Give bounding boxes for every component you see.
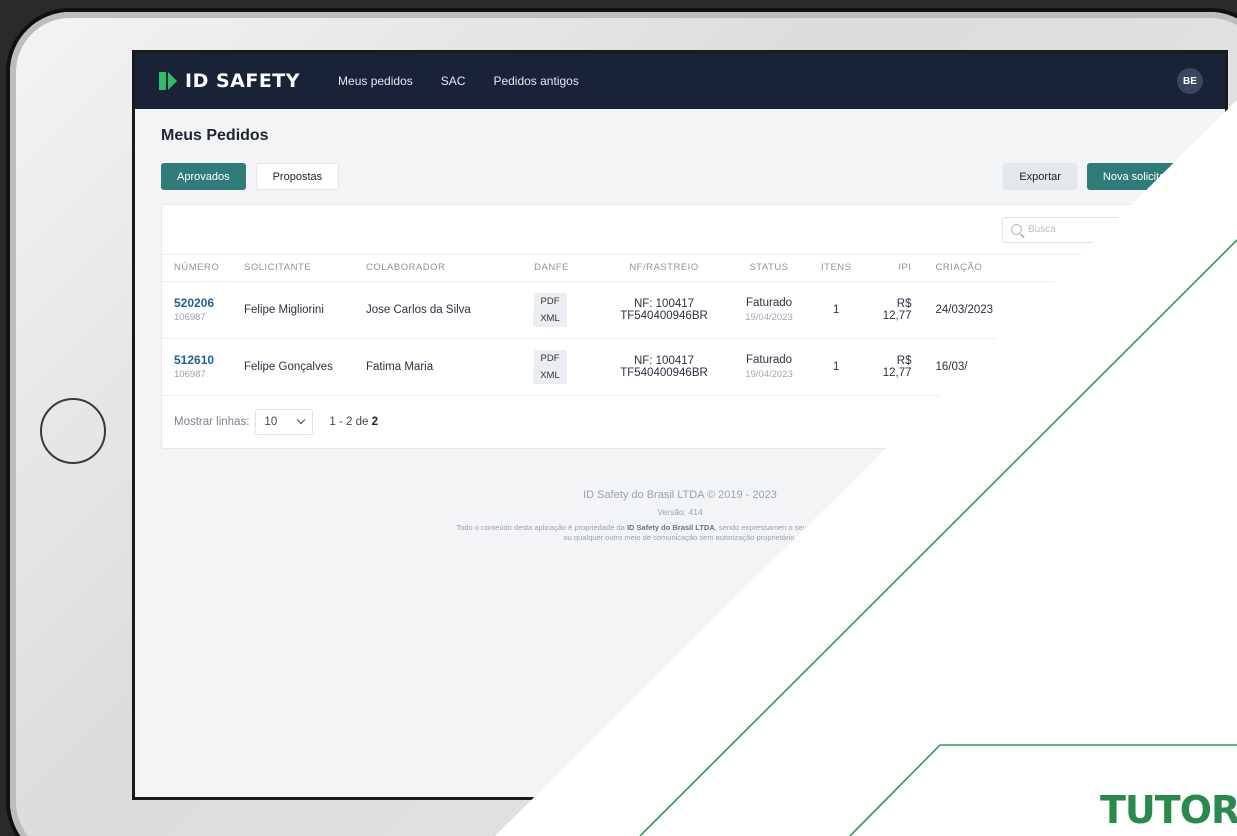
- nf-number: NF: 100417: [633, 354, 695, 367]
- col-itens[interactable]: ITENS: [809, 255, 864, 282]
- cell-nf-rastreio: NF: 100417 TF540400946BR: [599, 338, 729, 396]
- footer-copyright: ID Safety do Brasil LTDA © 2019 - 2023: [583, 488, 777, 501]
- col-nf-rastreio[interactable]: NF/RASTREIO: [599, 255, 729, 282]
- col-solicitante[interactable]: SOLICITANTE: [232, 255, 354, 282]
- app-screen: ID SAFETY Meus pedidos SAC Pedidos antig…: [132, 50, 1228, 800]
- orders-table: NÚMERO SOLICITANTE COLABORADOR DANFE NF/…: [162, 255, 1198, 396]
- brand-logo[interactable]: ID SAFETY: [157, 70, 300, 92]
- range-start: 1 - 2: [329, 415, 353, 428]
- new-request-button[interactable]: Nova solicitação: [1086, 163, 1199, 190]
- tracking-code: TF540400946BR: [620, 366, 708, 379]
- pdf-download-button[interactable]: PDF: [533, 292, 567, 310]
- cell-solicitante: Felipe Migliorini: [232, 281, 354, 339]
- tracking-code: TF540400946BR: [620, 309, 708, 322]
- col-ipi[interactable]: IPI: [863, 255, 924, 282]
- cell-nf-rastreio: NF: 100417 TF540400946BR: [599, 281, 729, 339]
- col-danfe[interactable]: DANFE: [504, 255, 599, 282]
- legal-pre: Todo o conteúdo desta aplicação é propri…: [456, 522, 625, 532]
- xml-download-button[interactable]: XML: [533, 309, 567, 327]
- cell-ipi: R$ 12,77: [863, 338, 924, 396]
- tab-aprovados[interactable]: Aprovados: [161, 163, 246, 190]
- cell-ipi: R$ 12,77: [863, 281, 924, 339]
- footer-legal: Todo o conteúdo desta aplicação é propri…: [455, 523, 905, 545]
- nav-link-meus-pedidos[interactable]: Meus pedidos: [338, 74, 413, 88]
- rows-per-page-value: 10: [264, 415, 278, 428]
- status-text: Faturado: [745, 296, 793, 309]
- card-header: Busca: [162, 205, 1198, 255]
- cell-danfe: PDFXML: [504, 281, 599, 339]
- watermark-text: TUTOR: [1100, 788, 1237, 832]
- order-sub-number: 106987: [174, 312, 206, 323]
- cell-status: Faturado 19/04/2023: [729, 338, 809, 396]
- pagination: Mostrar linhas: 10 1 - 2 de 2: [162, 396, 1198, 448]
- rows-per-page-select[interactable]: 10: [255, 408, 314, 435]
- page-title: Meus Pedidos: [161, 127, 269, 144]
- cell-solicitante: Felipe Gonçalves: [232, 338, 354, 396]
- cell-status: Faturado 19/04/2023: [729, 281, 809, 339]
- cell-itens: 1: [809, 338, 864, 396]
- cell-colaborador: Fatima Maria: [354, 338, 504, 396]
- cell-danfe: PDFXML: [504, 338, 599, 396]
- cell-criacao: 24/03/2023: [923, 281, 1198, 339]
- page-range: 1 - 2 de 2: [329, 416, 378, 428]
- search-input[interactable]: Busca: [1002, 216, 1186, 243]
- toolbar: Aprovados Propostas Exportar Nova solici…: [161, 163, 1199, 190]
- search-icon: [1011, 224, 1022, 235]
- status-date: 19/04/2023: [745, 368, 793, 380]
- nf-number: NF: 100417: [633, 297, 695, 310]
- main-content: Meus Pedidos Aprovados Propostas Exporta…: [135, 109, 1225, 562]
- nav-link-sac[interactable]: SAC: [441, 74, 466, 88]
- col-colaborador[interactable]: COLABORADOR: [354, 255, 504, 282]
- cell-colaborador: Jose Carlos da Silva: [354, 281, 504, 339]
- logo-mark-icon: [159, 72, 177, 90]
- col-criacao[interactable]: CRIAÇÃO: [923, 255, 1198, 282]
- cell-criacao: 16/03/: [923, 338, 1198, 396]
- order-number-link[interactable]: 520206: [174, 296, 220, 310]
- cell-itens: 1: [809, 281, 864, 339]
- top-navbar: ID SAFETY Meus pedidos SAC Pedidos antig…: [135, 53, 1225, 109]
- xml-download-button[interactable]: XML: [533, 366, 567, 384]
- chevron-down-icon: [297, 415, 306, 425]
- order-sub-number: 106987: [174, 369, 206, 380]
- home-button[interactable]: [40, 398, 106, 464]
- status-text: Faturado: [745, 353, 793, 366]
- range-of: de: [355, 415, 369, 428]
- pdf-download-button[interactable]: PDF: [533, 349, 567, 367]
- tab-propostas[interactable]: Propostas: [255, 163, 340, 190]
- search-placeholder: Busca: [1028, 224, 1056, 235]
- legal-company: ID Safety do Brasil LTDA: [626, 522, 715, 532]
- page-footer: ID Safety do Brasil LTDA © 2019 - 2023 V…: [161, 489, 1199, 545]
- brand-name: ID SAFETY: [185, 70, 301, 92]
- nav-link-pedidos-antigos[interactable]: Pedidos antigos: [493, 74, 578, 88]
- table-header-row: NÚMERO SOLICITANTE COLABORADOR DANFE NF/…: [162, 255, 1198, 282]
- rows-per-page-label: Mostrar linhas:: [174, 415, 250, 428]
- col-status[interactable]: STATUS: [729, 255, 809, 282]
- export-button[interactable]: Exportar: [1003, 163, 1077, 190]
- orders-card: Busca NÚMERO SOLICITANTE COLABORADOR DAN…: [161, 204, 1199, 449]
- range-total: 2: [371, 415, 379, 428]
- col-numero[interactable]: NÚMERO: [162, 255, 232, 282]
- user-avatar[interactable]: BE: [1177, 68, 1203, 94]
- status-date: 19/04/2023: [745, 311, 793, 323]
- table-row[interactable]: 512610 106987 Felipe Gonçalves Fatima Ma…: [162, 338, 1198, 396]
- table-row[interactable]: 520206 106987 Felipe Migliorini Jose Car…: [162, 281, 1198, 339]
- footer-version: Versão: 414: [657, 506, 703, 517]
- order-number-link[interactable]: 512610: [174, 353, 220, 367]
- cell-numero: 512610 106987: [162, 338, 232, 396]
- cell-numero: 520206 106987: [162, 281, 232, 339]
